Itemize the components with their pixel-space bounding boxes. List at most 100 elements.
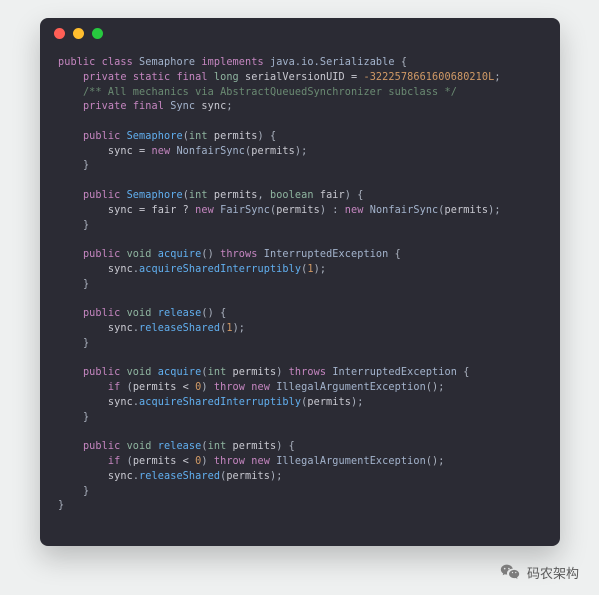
code-token — [58, 456, 108, 467]
code-line: public void acquire() throws Interrupted… — [58, 248, 542, 263]
code-token: private — [83, 72, 127, 83]
code-line: } — [58, 337, 542, 352]
code-token — [58, 190, 83, 201]
code-token: ); — [488, 205, 500, 216]
code-line: if (permits < 0) throw new IllegalArgume… — [58, 381, 542, 396]
code-token: sync — [201, 101, 226, 112]
code-token: ); — [351, 397, 363, 408]
code-token: final — [133, 101, 164, 112]
code-token: sync — [108, 323, 133, 334]
code-token: ; — [494, 72, 500, 83]
code-token: release — [158, 441, 202, 452]
code-token — [58, 441, 83, 452]
code-token: boolean — [270, 190, 314, 201]
code-token: permits — [445, 205, 489, 216]
code-editor[interactable]: public class Semaphore implements java.i… — [40, 48, 560, 532]
watermark: 码农架构 — [499, 561, 579, 583]
code-token: int — [208, 441, 227, 452]
code-token: -3222578661600680210L — [363, 72, 494, 83]
code-token: serialVersionUID — [245, 72, 345, 83]
code-token: } — [83, 160, 89, 171]
code-token — [58, 131, 83, 142]
code-token: Semaphore — [127, 131, 183, 142]
code-token — [58, 160, 83, 171]
code-token: fair — [152, 205, 177, 216]
code-token — [58, 205, 108, 216]
code-token: void — [127, 308, 152, 319]
code-line: public Semaphore(int permits, boolean fa… — [58, 189, 542, 204]
code-token: ) — [276, 367, 288, 378]
code-token — [58, 146, 108, 157]
code-token: } — [83, 412, 89, 423]
code-token: acquireSharedInterruptibly — [139, 264, 301, 275]
code-token: static — [133, 72, 170, 83]
code-token: (); — [426, 456, 445, 467]
code-token: IllegalArgumentException — [276, 382, 426, 393]
code-token: Sync — [170, 101, 195, 112]
window-titlebar — [40, 18, 560, 48]
minimize-icon[interactable] — [73, 28, 84, 39]
close-icon[interactable] — [54, 28, 65, 39]
code-token: InterruptedException — [332, 367, 457, 378]
code-token: void — [127, 441, 152, 452]
code-token: release — [158, 308, 202, 319]
code-line: } — [58, 159, 542, 174]
zoom-icon[interactable] — [92, 28, 103, 39]
code-token: /** All mechanics via AbstractQueuedSync… — [83, 87, 457, 98]
code-token: throws — [220, 249, 257, 260]
code-token: acquire — [158, 249, 202, 260]
code-token: throw — [214, 456, 245, 467]
code-token: < — [176, 456, 195, 467]
code-line: sync.releaseShared(permits); — [58, 470, 542, 485]
code-token — [58, 338, 83, 349]
code-token: ); — [295, 146, 307, 157]
code-line: public Semaphore(int permits) { — [58, 130, 542, 145]
code-token: public — [83, 249, 120, 260]
code-token: sync — [108, 205, 133, 216]
code-token: , — [258, 190, 270, 201]
code-token: NonfairSync — [370, 205, 439, 216]
code-token: { — [457, 367, 469, 378]
code-token: permits — [208, 131, 258, 142]
code-token: = — [345, 72, 364, 83]
code-token: permits — [133, 382, 177, 393]
code-line: public class Semaphore implements java.i… — [58, 56, 542, 71]
code-token: } — [83, 220, 89, 231]
code-line: sync.acquireSharedInterruptibly(permits)… — [58, 396, 542, 411]
code-token: = — [133, 146, 152, 157]
code-token: class — [102, 57, 133, 68]
code-token: ) { — [345, 190, 364, 201]
code-token: void — [127, 367, 152, 378]
code-token: releaseShared — [139, 323, 220, 334]
code-line: sync.acquireSharedInterruptibly(1); — [58, 263, 542, 278]
code-token: void — [127, 249, 152, 260]
wechat-icon — [499, 561, 521, 583]
code-token: if — [108, 382, 120, 393]
code-window: public class Semaphore implements java.i… — [40, 18, 560, 546]
code-token: new — [345, 205, 364, 216]
code-token: = — [133, 205, 152, 216]
code-token: private — [83, 101, 127, 112]
code-line — [58, 426, 542, 441]
code-token: public — [83, 441, 120, 452]
code-token — [58, 397, 108, 408]
code-token: NonfairSync — [176, 146, 245, 157]
code-token: acquire — [158, 367, 202, 378]
code-token: permits — [226, 441, 276, 452]
code-token: () { — [201, 308, 226, 319]
code-token: int — [208, 367, 227, 378]
code-token: new — [195, 205, 214, 216]
code-token — [58, 382, 108, 393]
code-line: /** All mechanics via AbstractQueuedSync… — [58, 86, 542, 101]
code-token: ) { — [258, 131, 277, 142]
code-token: long — [214, 72, 239, 83]
code-token: fair — [314, 190, 345, 201]
code-token: java.io.Serializable — [270, 57, 395, 68]
code-token: permits — [276, 205, 320, 216]
code-line — [58, 174, 542, 189]
code-token: int — [189, 190, 208, 201]
code-token: ( — [120, 382, 132, 393]
code-line — [58, 293, 542, 308]
code-token: ) — [201, 456, 213, 467]
code-token: permits — [226, 367, 276, 378]
